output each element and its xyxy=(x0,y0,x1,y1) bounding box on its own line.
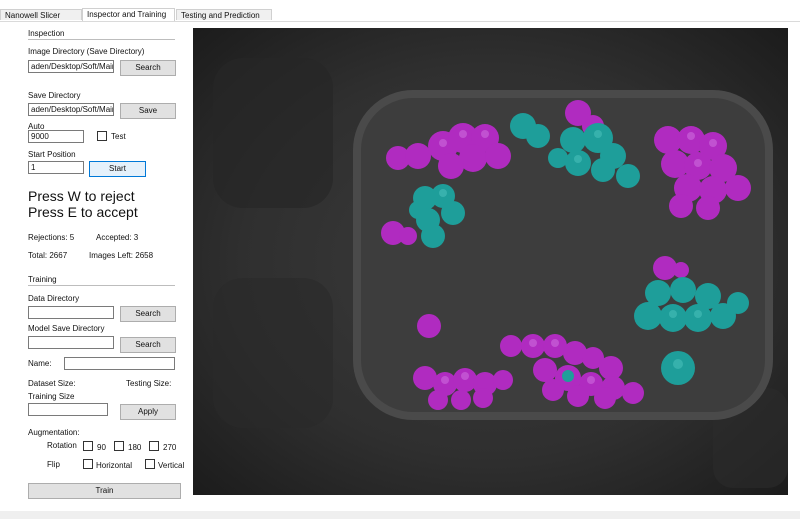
instruction-reject: Press W to reject xyxy=(28,188,135,204)
rotation-270-label: 270 xyxy=(163,443,177,452)
status-bar xyxy=(0,511,800,519)
train-button[interactable]: Train xyxy=(28,483,181,499)
training-size-input[interactable] xyxy=(28,403,108,416)
rotation-label: Rotation xyxy=(47,441,77,450)
accepted-count: Accepted: 3 xyxy=(96,233,139,242)
image-directory-label: Image Directory (Save Directory) xyxy=(28,47,145,56)
nanowell-image-view xyxy=(193,28,788,495)
name-label: Name: xyxy=(28,359,52,368)
dataset-size-label: Dataset Size: xyxy=(28,379,76,388)
save-button[interactable]: Save xyxy=(120,103,176,119)
save-directory-input[interactable]: aden/Desktop/Soft/Main xyxy=(28,103,114,116)
data-directory-label: Data Directory xyxy=(28,294,80,303)
augmentation-label: Augmentation: xyxy=(28,428,80,437)
apply-button[interactable]: Apply xyxy=(120,404,176,420)
image-directory-search-button[interactable]: Search xyxy=(120,60,176,76)
model-save-directory-label: Model Save Directory xyxy=(28,324,105,333)
test-checkbox[interactable] xyxy=(97,131,107,141)
name-input[interactable] xyxy=(64,357,175,370)
rotation-90-checkbox[interactable] xyxy=(83,441,93,451)
total-count: Total: 2667 xyxy=(28,251,68,260)
testing-size-label: Testing Size: xyxy=(126,379,172,388)
start-position-label: Start Position xyxy=(28,150,76,159)
data-directory-search-button[interactable]: Search xyxy=(120,306,176,322)
save-directory-label: Save Directory xyxy=(28,91,81,100)
tab-nanowell-slicer[interactable]: Nanowell Slicer xyxy=(0,9,82,20)
tab-bar: Nanowell Slicer Inspector and Training T… xyxy=(0,8,800,22)
auto-input[interactable]: 9000 xyxy=(28,130,84,143)
flip-horizontal-checkbox[interactable] xyxy=(83,459,93,469)
inspection-header: Inspection xyxy=(28,29,175,40)
image-directory-input[interactable]: aden/Desktop/Soft/Main xyxy=(28,60,114,73)
rotation-180-label: 180 xyxy=(128,443,142,452)
nanowell-image xyxy=(193,28,788,495)
test-label: Test xyxy=(111,132,126,141)
start-button[interactable]: Start xyxy=(89,161,146,177)
training-header: Training xyxy=(28,275,175,286)
rotation-90-label: 90 xyxy=(97,443,106,452)
model-save-directory-input[interactable] xyxy=(28,336,114,349)
start-position-input[interactable]: 1 xyxy=(28,161,84,174)
data-directory-input[interactable] xyxy=(28,306,114,319)
flip-vertical-checkbox[interactable] xyxy=(145,459,155,469)
model-save-search-button[interactable]: Search xyxy=(120,337,176,353)
flip-horizontal-label: Horizontal xyxy=(96,461,133,470)
images-left-count: Images Left: 2658 xyxy=(89,251,154,260)
tab-inspector-training[interactable]: Inspector and Training xyxy=(82,8,175,21)
rejections-count: Rejections: 5 xyxy=(28,233,75,242)
training-size-label: Training Size xyxy=(28,392,75,401)
tab-testing-prediction[interactable]: Testing and Prediction xyxy=(176,9,272,20)
rotation-270-checkbox[interactable] xyxy=(149,441,159,451)
instruction-accept: Press E to accept xyxy=(28,204,138,220)
flip-vertical-label: Vertical xyxy=(158,461,185,470)
rotation-180-checkbox[interactable] xyxy=(114,441,124,451)
flip-label: Flip xyxy=(47,460,60,469)
